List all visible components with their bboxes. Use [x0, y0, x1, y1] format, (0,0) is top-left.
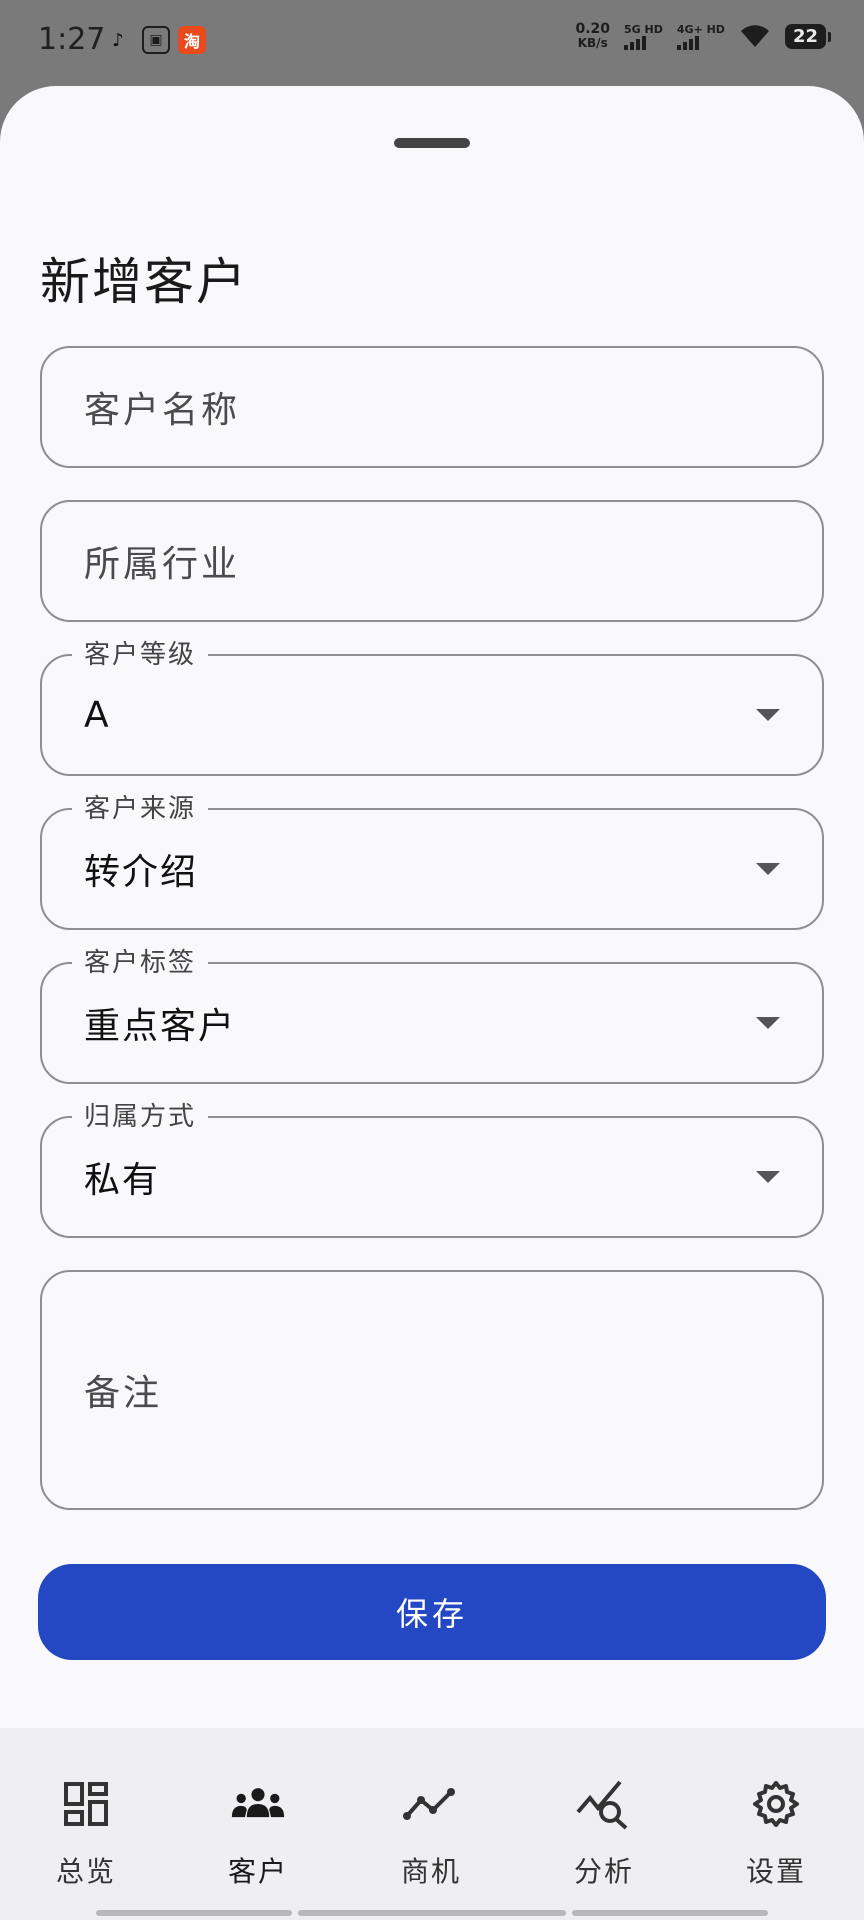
status-indicators: 0.20 KB/s 5G HD 4G+ HD 22	[575, 21, 832, 50]
nav-label-opportunities: 商机	[400, 1855, 461, 1888]
wifi-icon	[740, 25, 769, 47]
save-button[interactable]: 保存	[38, 1564, 826, 1660]
drag-handle[interactable]	[394, 138, 470, 148]
app-notification-icon: ▣	[142, 26, 170, 54]
nav-item-analytics[interactable]: 分析	[518, 1728, 690, 1920]
customer-source-select[interactable]: 客户来源 转介绍	[40, 792, 824, 930]
bottom-navigation: 总览 客户 商机 分析 设置	[0, 1728, 864, 1920]
dropdown-arrow-icon	[756, 709, 780, 721]
dropdown-arrow-icon	[756, 1171, 780, 1183]
signal-5g: 5G HD	[624, 23, 663, 50]
tiktok-icon: ♪	[112, 29, 124, 51]
notes-placeholder: 备注	[84, 1373, 163, 1414]
nav-item-overview[interactable]: 总览	[0, 1728, 172, 1920]
nav-item-opportunities[interactable]: 商机	[345, 1728, 517, 1920]
add-customer-sheet: 新增客户 客户名称 所属行业 客户等级 A 客户来源 转介绍 客户标签 重点客户…	[0, 86, 864, 1920]
trend-line-icon	[403, 1776, 459, 1832]
nav-label-analytics: 分析	[573, 1855, 634, 1888]
industry-input[interactable]: 所属行业	[40, 500, 824, 622]
status-time: 1:27	[38, 22, 106, 57]
signal-bars-icon	[624, 35, 646, 50]
nav-label-overview: 总览	[55, 1855, 116, 1888]
nav-item-customers[interactable]: 客户	[172, 1728, 344, 1920]
nav-label-settings: 设置	[745, 1855, 806, 1888]
battery-indicator: 22	[784, 23, 832, 49]
nav-item-settings[interactable]: 设置	[690, 1728, 862, 1920]
ownership-label: 归属方式	[72, 1100, 209, 1134]
signal-4g: 4G+ HD	[676, 23, 725, 50]
ownership-value: 私有	[84, 1160, 161, 1201]
customer-level-label: 客户等级	[72, 638, 209, 672]
gesture-bar	[96, 1910, 292, 1916]
sheet-title: 新增客户	[40, 253, 248, 311]
ownership-select[interactable]: 归属方式 私有	[40, 1100, 824, 1238]
dropdown-arrow-icon	[756, 863, 780, 875]
customer-level-value: A	[84, 694, 111, 736]
customer-source-label: 客户来源	[72, 792, 209, 826]
signal-bars-icon	[676, 35, 699, 50]
nav-label-customers: 客户	[227, 1855, 288, 1888]
customer-name-placeholder: 客户名称	[84, 390, 241, 431]
gear-icon	[748, 1776, 804, 1832]
network-speed: 0.20 KB/s	[575, 21, 610, 50]
notes-textarea[interactable]: 备注	[40, 1270, 824, 1510]
taobao-icon: 淘	[178, 26, 206, 54]
customer-name-input[interactable]: 客户名称	[40, 346, 824, 468]
analytics-search-icon	[576, 1776, 632, 1832]
customer-tag-value: 重点客户	[84, 1006, 237, 1047]
people-icon	[230, 1776, 286, 1832]
dropdown-arrow-icon	[756, 1017, 780, 1029]
customer-source-value: 转介绍	[84, 852, 199, 893]
customer-level-select[interactable]: 客户等级 A	[40, 638, 824, 776]
gesture-bar	[572, 1910, 768, 1916]
status-bar: 1:27 ♪ ▣ 淘 0.20 KB/s 5G HD 4G+ HD 22	[0, 0, 864, 82]
customer-tag-label: 客户标签	[72, 946, 209, 980]
industry-placeholder: 所属行业	[84, 544, 241, 585]
gesture-bar	[298, 1910, 566, 1916]
dashboard-icon	[58, 1776, 114, 1832]
customer-tag-select[interactable]: 客户标签 重点客户	[40, 946, 824, 1084]
